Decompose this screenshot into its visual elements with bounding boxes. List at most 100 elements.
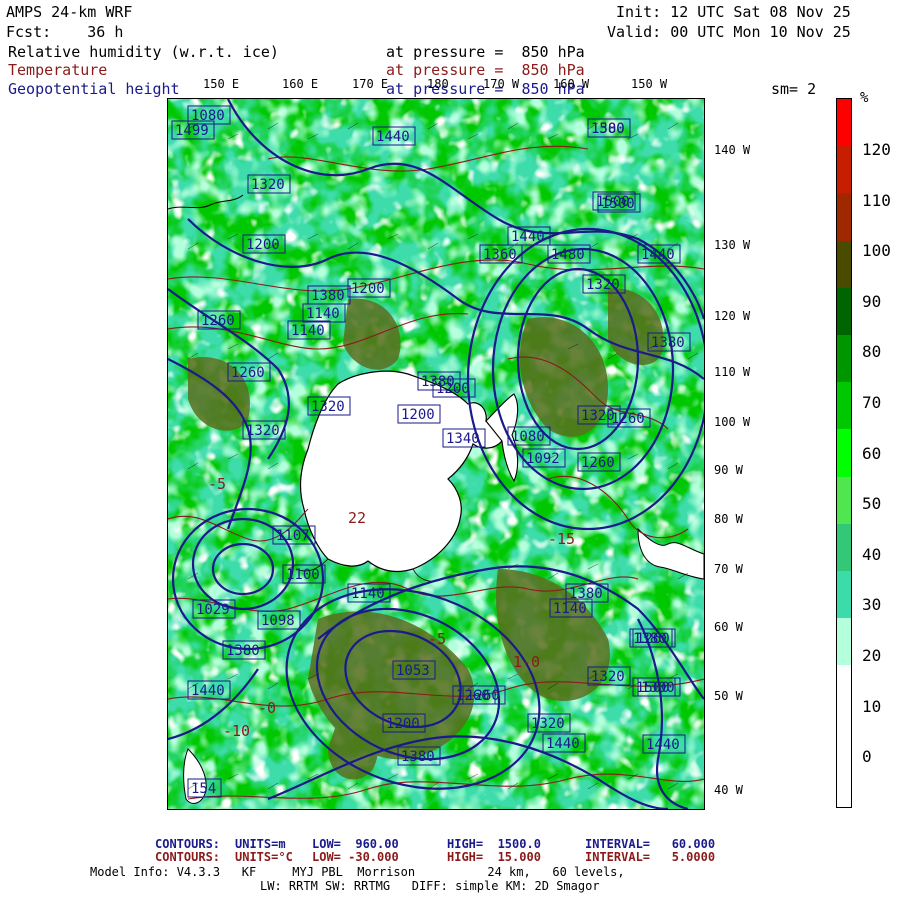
colorbar-tick-label: 40 [862,544,882,564]
colorbar-tick-label: 60 [862,443,882,463]
colorbar-tick-label: 70 [862,393,882,412]
svg-text:1080: 1080 [191,108,225,124]
footer-temp-high: HIGH= 15.000 [447,850,541,864]
svg-text:154: 154 [191,781,216,797]
colorbar-tick-label: 20 [862,646,882,665]
svg-text:1380: 1380 [651,335,685,351]
weather-map[interactable]: 1499 1440 1380 1320 1200 1260 1140 1200 1360 1480… [167,98,705,810]
lat-label: 90 W [714,463,743,477]
lat-label: 100 W [714,415,751,429]
temperature-contour-label: -10 [223,722,250,740]
colorbar-segment [837,240,851,289]
height-contour-label: 1360 [479,244,523,264]
svg-text:1320: 1320 [581,408,615,424]
lat-label: 140 W [714,143,751,157]
svg-text:1320: 1320 [246,423,280,439]
height-contour-label: 1140 [347,583,391,603]
rh-colorbar [836,98,852,808]
lat-label: 50 W [714,689,743,703]
svg-text:1200: 1200 [246,237,280,253]
svg-text:1440: 1440 [191,683,225,699]
svg-text:1098: 1098 [261,613,295,629]
svg-text:1260: 1260 [231,365,265,381]
height-contour-label: 1092 [522,448,566,468]
footer-temp-low: LOW= -30.000 [312,850,399,864]
svg-text:1320: 1320 [311,399,345,415]
colorbar-tick-label: 90 [862,291,882,311]
height-contour-label: 1440 [372,126,416,146]
lat-label: 120 W [714,309,751,323]
svg-text:1499: 1499 [175,123,209,139]
height-contour-label: 1440 [637,244,681,264]
height-contour-label: 1380 [222,640,266,660]
temperature-contour-label: -5 [428,630,446,648]
svg-text:1340: 1340 [446,431,480,447]
colorbar-segment [837,618,851,666]
lon-label: 180 [427,77,449,91]
colorbar-segment [837,759,851,808]
height-contour-label: 1440 [642,734,686,754]
height-contour-label: 1320 [527,713,571,733]
svg-text:1080: 1080 [511,429,545,445]
svg-text:1100: 1100 [286,567,320,583]
height-contour-label: 1380 [307,285,351,305]
svg-text:1360: 1360 [483,247,517,263]
colorbar-tick-label: 50 [862,494,882,514]
height-contour-label: 1380 [397,746,441,766]
lat-label: 130 W [714,238,751,252]
height-contour-label: 1320 [587,666,631,686]
height-contour-label: 1200 [397,404,441,424]
svg-text:1440: 1440 [646,737,680,753]
colorbar-tick-label: 120 [862,140,891,159]
init-time: Init: 12 UTC Sat 08 Nov 25 [616,3,851,21]
colorbar-segment [837,287,851,336]
lat-label: 110 W [714,365,751,379]
colorbar-segment [837,712,851,761]
lat-label: 60 W [714,620,743,634]
temperature-contour-label: 1-0 [513,653,540,671]
colorbar-segment [837,193,851,242]
height-contour-label: 1029 [192,599,236,619]
svg-text:1320: 1320 [591,669,625,685]
svg-text:1140: 1140 [306,306,340,322]
colorbar-tick-label: 0 [862,747,872,767]
svg-text:1440: 1440 [511,229,545,245]
svg-text:1380: 1380 [311,288,345,304]
lon-label: 150 E [203,77,240,91]
smoothing-label: sm= 2 [771,80,817,98]
svg-text:1440: 1440 [641,247,675,263]
svg-text:1200: 1200 [386,716,420,732]
height-contour-label: 1380 [647,332,691,352]
svg-text:1200: 1200 [436,381,470,397]
svg-text:1380: 1380 [226,643,260,659]
colorbar-tick-label: 110 [862,190,891,210]
svg-text:1500: 1500 [596,194,630,210]
height-contour-label: 1260 [577,452,621,472]
svg-text:1092: 1092 [526,451,560,467]
height-contour-label: 1320 [582,274,626,294]
svg-text:1320: 1320 [586,277,620,293]
field-name-rh: Relative humidity (w.r.t. ice) [8,43,279,61]
svg-text:1440: 1440 [546,736,580,752]
height-contour-label: 1260 [607,408,651,428]
lat-label: 40 W [714,783,743,797]
lon-label: 150 W [631,77,668,91]
svg-text:1200: 1200 [351,281,385,297]
svg-text:1380: 1380 [633,631,667,647]
temperature-contour-label: -5 [208,475,226,493]
field-level-rh: at pressure = 850 hPa [386,43,585,61]
svg-text:1260: 1260 [466,688,500,704]
height-contour-label: 1140 [287,320,331,340]
height-contour-label: 1080 [507,426,551,446]
height-contour-label: 1500 [587,118,631,138]
height-contour-label: 1260 [227,362,271,382]
height-contour-label: 1098 [257,610,301,630]
temperature-contour-label: -0 [258,699,276,717]
svg-text:1500: 1500 [591,121,625,137]
footer-temp-units: UNITS=°C [235,850,293,864]
colorbar-unit: % [860,90,869,106]
svg-text:1320: 1320 [251,177,285,193]
height-contour-label: 1100 [282,564,326,584]
height-contour-label: 1500 [592,191,636,211]
svg-text:1107: 1107 [276,528,310,544]
